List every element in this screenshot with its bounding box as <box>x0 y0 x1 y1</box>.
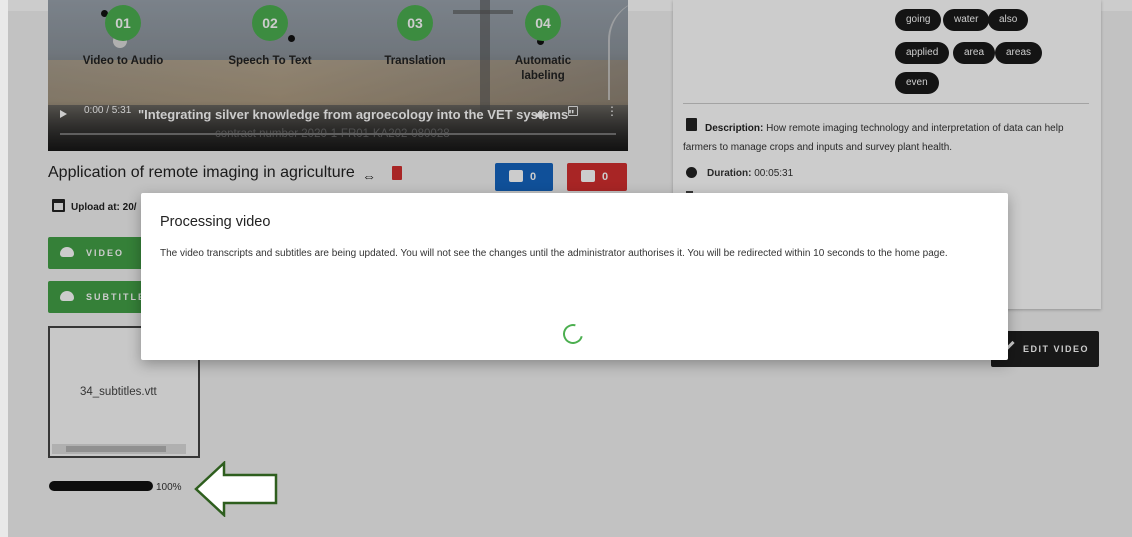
left-gutter <box>0 0 8 537</box>
processing-dialog: Processing video The video transcripts a… <box>141 193 1008 360</box>
dialog-title: Processing video <box>160 214 271 230</box>
loading-spinner-icon <box>559 320 587 348</box>
annotation-arrow-icon <box>194 461 278 517</box>
dialog-message: The video transcripts and subtitles are … <box>160 248 948 259</box>
